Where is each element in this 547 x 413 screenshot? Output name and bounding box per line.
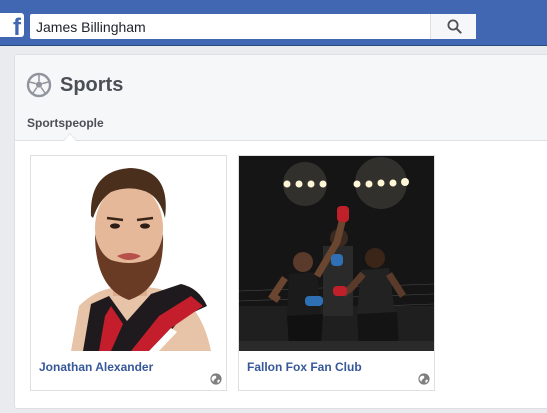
section-title: Sports (60, 74, 124, 96)
search-button[interactable] (430, 14, 476, 39)
facebook-logo-icon[interactable]: f (0, 13, 24, 40)
profile-photo[interactable] (31, 156, 226, 351)
result-card[interactable]: Fallon Fox Fan Club (238, 155, 435, 391)
result-card[interactable]: Jonathan Alexander (30, 155, 227, 391)
globe-icon (210, 373, 222, 385)
soccer-ball-icon (26, 72, 52, 98)
search-input[interactable] (30, 14, 430, 39)
search-icon (447, 19, 462, 34)
search-box (30, 14, 476, 39)
tab-sportspeople[interactable]: Sportspeople (27, 116, 104, 130)
profile-photo[interactable] (239, 156, 434, 351)
top-navigation-bar: f (0, 0, 547, 46)
section-header: Sports Sportspeople (15, 55, 547, 141)
globe-icon (418, 373, 430, 385)
result-name-link[interactable]: Jonathan Alexander (39, 360, 153, 374)
active-tab-indicator (63, 133, 77, 141)
result-name-link[interactable]: Fallon Fox Fan Club (247, 360, 362, 374)
sports-results-panel: Sports Sportspeople Jonathan Alexander F… (14, 54, 547, 409)
